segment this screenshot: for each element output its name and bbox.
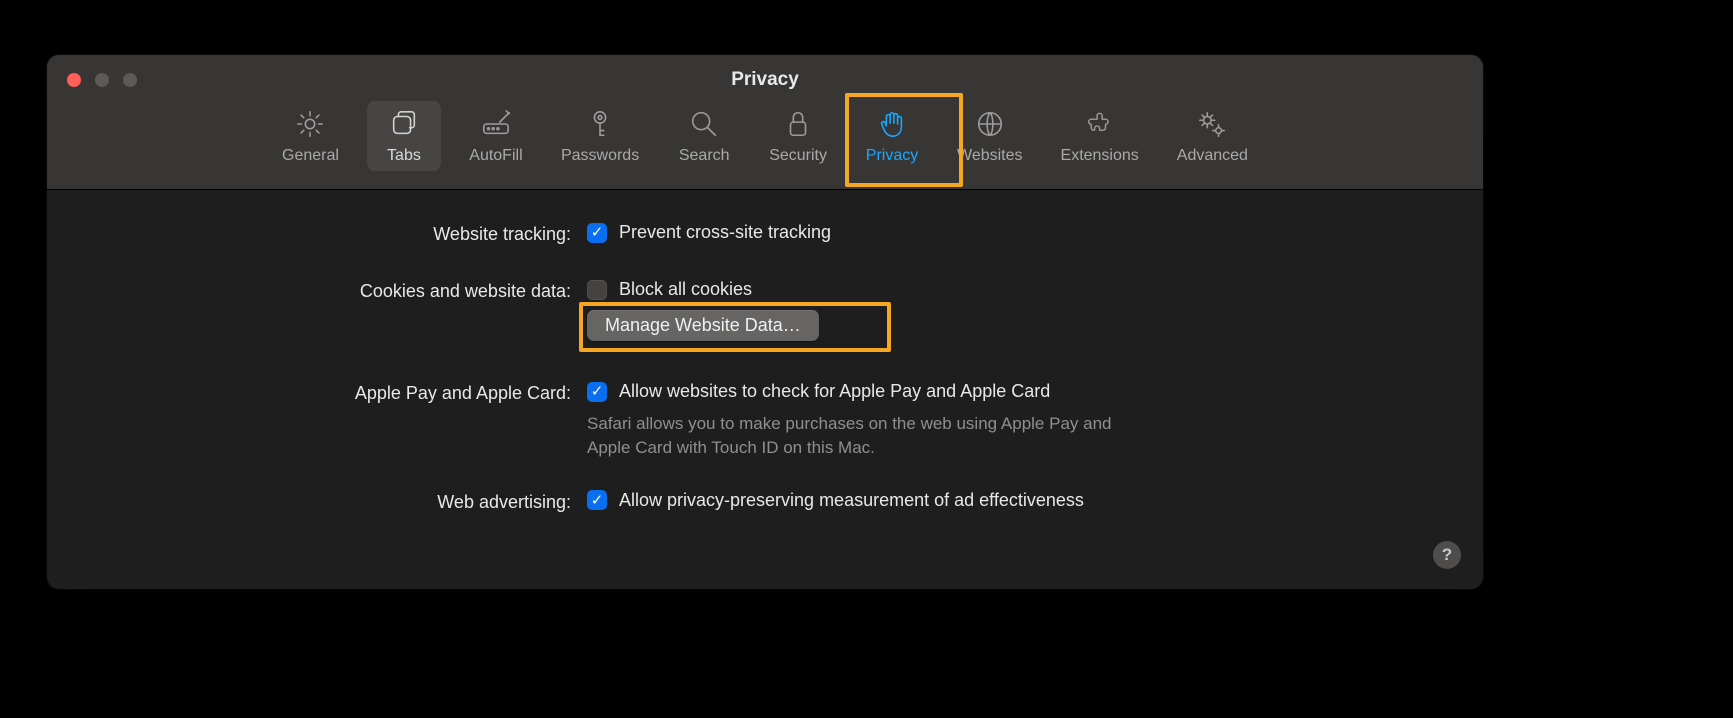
globe-icon <box>973 107 1007 141</box>
help-button[interactable]: ? <box>1433 541 1461 569</box>
label-apple-pay: Apple Pay and Apple Card: <box>47 381 587 404</box>
tab-general[interactable]: General <box>272 101 349 171</box>
gears-icon <box>1195 107 1229 141</box>
tab-websites[interactable]: Websites <box>947 101 1033 171</box>
label-cookies: Cookies and website data: <box>47 279 587 302</box>
row-apple-pay: Apple Pay and Apple Card: ✓ Allow websit… <box>47 381 1483 460</box>
search-icon <box>687 107 721 141</box>
label-advertising: Web advertising: <box>47 490 587 513</box>
pencil-field-icon <box>479 107 513 141</box>
tab-security[interactable]: Security <box>759 101 837 171</box>
label-tracking: Website tracking: <box>47 222 587 245</box>
lock-icon <box>781 107 815 141</box>
tab-passwords[interactable]: Passwords <box>551 101 649 171</box>
window-title: Privacy <box>47 69 1483 91</box>
checkbox-prevent-cross-site[interactable]: ✓ <box>587 223 607 243</box>
hand-icon <box>875 107 909 141</box>
gear-icon <box>293 107 327 141</box>
tab-extensions[interactable]: Extensions <box>1051 101 1149 171</box>
checkbox-label: Prevent cross-site tracking <box>619 222 831 243</box>
checkbox-block-cookies[interactable] <box>587 280 607 300</box>
manage-website-data-button[interactable]: Manage Website Data… <box>587 310 819 341</box>
tab-advanced[interactable]: Advanced <box>1167 101 1258 171</box>
tab-label: Security <box>769 147 827 165</box>
row-advertising: Web advertising: ✓ Allow privacy-preserv… <box>47 490 1483 513</box>
row-manage-data: Manage Website Data… <box>47 310 1483 341</box>
checkbox-apple-pay[interactable]: ✓ <box>587 382 607 402</box>
tab-label: General <box>282 147 339 165</box>
tab-tabs[interactable]: Tabs <box>367 101 441 171</box>
preferences-toolbar: General Tabs AutoFill Passwords <box>47 101 1483 171</box>
preferences-window: Privacy General Tabs AutoFill <box>47 55 1483 589</box>
titlebar: Privacy General Tabs AutoFill <box>47 55 1483 190</box>
privacy-pane: Website tracking: ✓ Prevent cross-site t… <box>47 190 1483 513</box>
row-tracking: Website tracking: ✓ Prevent cross-site t… <box>47 222 1483 245</box>
row-cookies: Cookies and website data: Block all cook… <box>47 279 1483 302</box>
puzzle-icon <box>1083 107 1117 141</box>
checkbox-ad-measurement[interactable]: ✓ <box>587 490 607 510</box>
key-icon <box>583 107 617 141</box>
tabs-icon <box>387 107 421 141</box>
tab-label: AutoFill <box>469 147 522 165</box>
tab-autofill[interactable]: AutoFill <box>459 101 533 171</box>
checkbox-label: Block all cookies <box>619 279 752 300</box>
tab-label: Search <box>679 147 730 165</box>
tab-label: Extensions <box>1061 147 1139 165</box>
tab-label: Tabs <box>387 147 421 165</box>
tab-label: Privacy <box>866 147 918 165</box>
tab-label: Websites <box>957 147 1023 165</box>
tab-label: Advanced <box>1177 147 1248 165</box>
checkbox-label: Allow websites to check for Apple Pay an… <box>619 381 1050 402</box>
apple-pay-description: Safari allows you to make purchases on t… <box>587 412 1147 460</box>
tab-search[interactable]: Search <box>667 101 741 171</box>
checkbox-label: Allow privacy-preserving measurement of … <box>619 490 1084 511</box>
tab-label: Passwords <box>561 147 639 165</box>
tab-privacy[interactable]: Privacy <box>855 101 929 171</box>
